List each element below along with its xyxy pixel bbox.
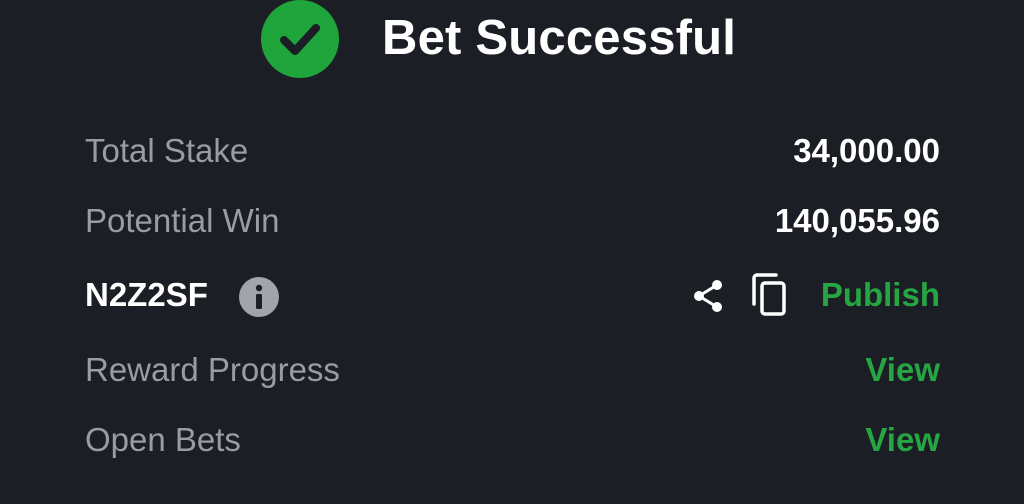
share-icon[interactable]	[688, 276, 728, 316]
open-bets-view-link[interactable]: View	[865, 415, 940, 465]
page-title: Bet Successful	[382, 11, 737, 65]
check-circle-icon	[261, 0, 339, 78]
booking-code: N2Z2SF	[85, 276, 208, 313]
open-bets-row: Open Bets View	[85, 415, 940, 465]
info-icon[interactable]	[239, 277, 279, 317]
total-stake-value: 34,000.00	[793, 132, 940, 169]
potential-win-value: 140,055.96	[774, 202, 940, 239]
booking-code-row: N2Z2SF Publish	[85, 270, 940, 320]
success-header: Bet Successful	[0, 0, 1024, 80]
open-bets-label: Open Bets	[85, 421, 241, 458]
reward-progress-view-link[interactable]: View	[865, 345, 940, 395]
total-stake-label: Total Stake	[85, 132, 249, 169]
reward-progress-label: Reward Progress	[85, 351, 340, 388]
total-stake-row: Total Stake 34,000.00	[85, 126, 940, 176]
potential-win-label: Potential Win	[85, 202, 280, 239]
copy-icon[interactable]	[750, 272, 790, 318]
potential-win-row: Potential Win 140,055.96	[85, 196, 940, 246]
publish-button[interactable]: Publish	[821, 270, 940, 320]
reward-progress-row: Reward Progress View	[85, 345, 940, 395]
